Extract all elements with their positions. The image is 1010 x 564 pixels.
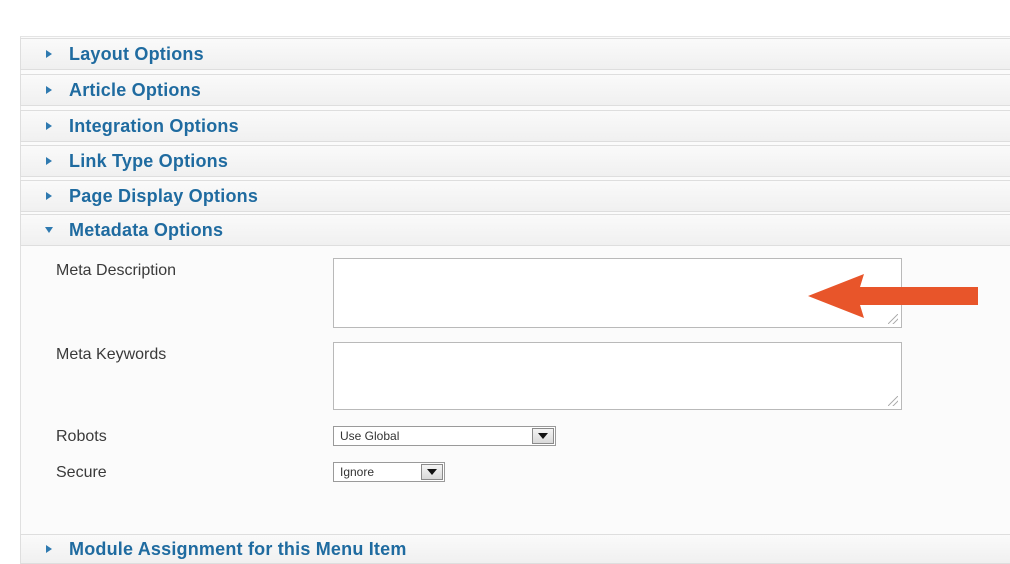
- section-article-options[interactable]: Article Options: [20, 74, 1010, 106]
- robots-label: Robots: [56, 428, 107, 445]
- section-title: Link Type Options: [69, 150, 229, 171]
- section-page-display-options[interactable]: Page Display Options: [20, 180, 1010, 212]
- section-module-assignment[interactable]: Module Assignment for this Menu Item: [20, 534, 1010, 564]
- meta-description-label: Meta Description: [56, 262, 177, 279]
- secure-select[interactable]: Ignore: [333, 462, 445, 482]
- section-title: Article Options: [69, 79, 202, 100]
- robots-selected-value: Use Global: [340, 429, 400, 443]
- left-arrow-icon: [808, 274, 978, 318]
- section-title: Layout Options: [69, 43, 204, 64]
- expand-arrow-icon: [39, 122, 59, 130]
- section-title: Integration Options: [69, 115, 239, 136]
- robots-select[interactable]: Use Global: [333, 426, 556, 446]
- expand-arrow-icon: [39, 86, 59, 94]
- section-link-type-options[interactable]: Link Type Options: [20, 145, 1010, 177]
- expand-arrow-icon: [39, 545, 59, 553]
- section-title: Page Display Options: [69, 185, 259, 206]
- chevron-down-icon[interactable]: [532, 428, 554, 444]
- resize-grip-icon[interactable]: [888, 396, 898, 406]
- section-title: Metadata Options: [69, 219, 224, 240]
- section-integration-options[interactable]: Integration Options: [20, 110, 1010, 142]
- meta-keywords-label: Meta Keywords: [56, 346, 167, 363]
- secure-label: Secure: [56, 464, 107, 481]
- section-metadata-options[interactable]: Metadata Options: [20, 214, 1010, 246]
- secure-selected-value: Ignore: [340, 465, 375, 479]
- collapse-arrow-icon: [39, 227, 59, 233]
- section-layout-options[interactable]: Layout Options: [20, 38, 1010, 70]
- section-title: Module Assignment for this Menu Item: [69, 538, 407, 559]
- chevron-down-icon[interactable]: [421, 464, 443, 480]
- expand-arrow-icon: [39, 157, 59, 165]
- meta-keywords-field[interactable]: [333, 342, 902, 410]
- expand-arrow-icon: [39, 50, 59, 58]
- expand-arrow-icon: [39, 192, 59, 200]
